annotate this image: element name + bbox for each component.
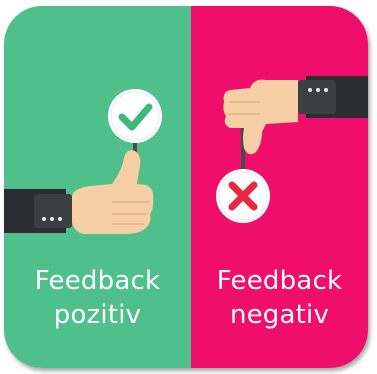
negative-caption-line2: negativ — [229, 300, 330, 330]
feedback-card: Feedback pozitiv Feedback negativ — [4, 6, 368, 368]
check-icon — [108, 89, 162, 143]
positive-caption: Feedback pozitiv — [4, 264, 191, 332]
thumbs-up-icon — [4, 150, 154, 234]
positive-caption-line2: pozitiv — [53, 300, 142, 330]
negative-caption-line1: Feedback — [216, 266, 343, 296]
negative-caption: Feedback negativ — [191, 264, 368, 332]
positive-caption-line1: Feedback — [34, 266, 161, 296]
thumbs-down-icon — [223, 76, 368, 155]
cross-icon — [216, 169, 270, 223]
